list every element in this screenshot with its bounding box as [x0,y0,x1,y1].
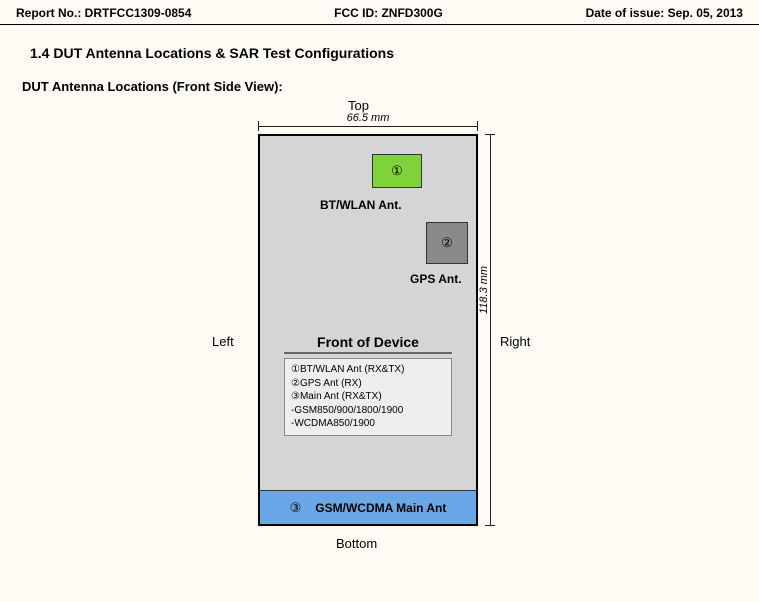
antenna-1-block: ① [372,154,422,188]
side-label-right: Right [500,334,530,349]
dimension-tick-icon [485,134,495,135]
report-no-label: Report No.: [16,6,81,20]
page-header: Report No.: DRTFCC1309-0854 FCC ID: ZNFD… [0,0,759,25]
antenna-3-label: GSM/WCDMA Main Ant [315,501,446,515]
antenna-2-label: GPS Ant. [410,272,462,286]
date-value: Sep. 05, 2013 [668,6,743,20]
dimension-height-value: 118.3 mm [478,266,490,314]
dimension-tick-icon [485,525,495,526]
antenna-3-number: ③ [290,500,302,516]
dimension-width: 66.5 mm [258,118,478,134]
subheading: DUT Antenna Locations (Front Side View): [22,79,759,94]
antenna-2-block: ② [426,222,468,264]
legend-line: -WCDMA850/1900 [291,417,445,431]
device-outline: ① BT/WLAN Ant. ② GPS Ant. Front of Devic… [258,134,478,526]
legend-title: Front of Device [284,334,452,354]
dimension-width-value: 66.5 mm [258,112,478,124]
issue-date: Date of issue: Sep. 05, 2013 [586,6,743,20]
antenna-1-label: BT/WLAN Ant. [320,198,402,212]
antenna-2-number: ② [441,235,453,251]
antenna-1-number: ① [391,163,403,179]
diagram-area: Top Left Right Bottom 66.5 mm 118.3 mm ①… [0,98,759,558]
legend-box: Front of Device ①BT/WLAN Ant (RX&TX) ②GP… [284,334,452,436]
legend-line: ③Main Ant (RX&TX) [291,390,445,404]
legend-inner: ①BT/WLAN Ant (RX&TX) ②GPS Ant (RX) ③Main… [284,358,452,436]
fcc-id-label: FCC ID: [334,6,378,20]
dimension-width-line [258,126,478,127]
antenna-3-block: ③ GSM/WCDMA Main Ant [260,490,476,524]
side-label-top: Top [348,98,369,113]
legend-line: -GSM850/900/1800/1900 [291,404,445,418]
dimension-height-line [490,134,491,526]
report-no-value: DRTFCC1309-0854 [85,6,192,20]
section-title: 1.4 DUT Antenna Locations & SAR Test Con… [30,45,759,61]
legend-line: ②GPS Ant (RX) [291,377,445,391]
fcc-id: FCC ID: ZNFD300G [334,6,443,20]
legend-line: ①BT/WLAN Ant (RX&TX) [291,363,445,377]
side-label-left: Left [212,334,234,349]
date-label: Date of issue: [586,6,665,20]
side-label-bottom: Bottom [336,536,377,551]
fcc-id-value: ZNFD300G [381,6,442,20]
dimension-height: 118.3 mm [482,134,498,526]
report-number: Report No.: DRTFCC1309-0854 [16,6,191,20]
